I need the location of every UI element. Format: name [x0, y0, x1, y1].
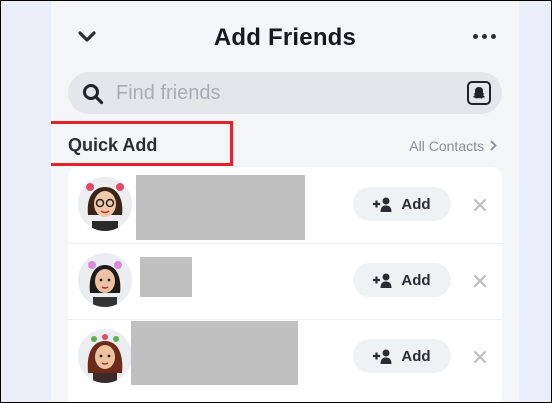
list-item[interactable]: Add: [68, 167, 502, 243]
close-icon[interactable]: [473, 350, 487, 364]
add-label: Add: [401, 195, 431, 213]
header: Add Friends: [51, 0, 519, 72]
redacted-name: [131, 321, 298, 385]
snapcode-ghost-icon[interactable]: [467, 81, 491, 105]
all-contacts-label: All Contacts: [409, 138, 484, 154]
add-button[interactable]: Add: [353, 187, 451, 221]
search-input[interactable]: Find friends: [68, 72, 502, 114]
search-placeholder: Find friends: [116, 82, 221, 104]
bitmoji-avatar-3[interactable]: [78, 329, 132, 383]
chevron-right-icon: [490, 140, 497, 151]
add-friend-icon: [373, 273, 392, 288]
add-friend-icon: [373, 197, 392, 212]
add-button[interactable]: Add: [353, 339, 451, 373]
bitmoji-avatar-2[interactable]: [78, 253, 132, 307]
search-icon: [83, 84, 104, 105]
add-friend-icon: [373, 349, 392, 364]
close-icon[interactable]: [473, 274, 487, 288]
add-button[interactable]: Add: [353, 263, 451, 297]
bitmoji-avatar-1[interactable]: [78, 177, 132, 231]
highlight-box: [51, 121, 233, 166]
close-icon[interactable]: [473, 198, 487, 212]
more-dots-icon[interactable]: [473, 30, 497, 42]
list-item[interactable]: Add: [68, 319, 502, 395]
all-contacts-link[interactable]: All Contacts: [409, 138, 497, 154]
quick-add-list: Add Add Add: [68, 167, 502, 403]
redacted-name: [136, 175, 305, 240]
list-item[interactable]: Add: [68, 243, 502, 319]
page-title: Add Friends: [213, 24, 357, 51]
add-label: Add: [401, 271, 431, 289]
add-friends-screen: Add Friends Find friends Quick Add All C…: [51, 0, 519, 403]
add-label: Add: [401, 347, 431, 365]
redacted-name: [140, 257, 192, 297]
